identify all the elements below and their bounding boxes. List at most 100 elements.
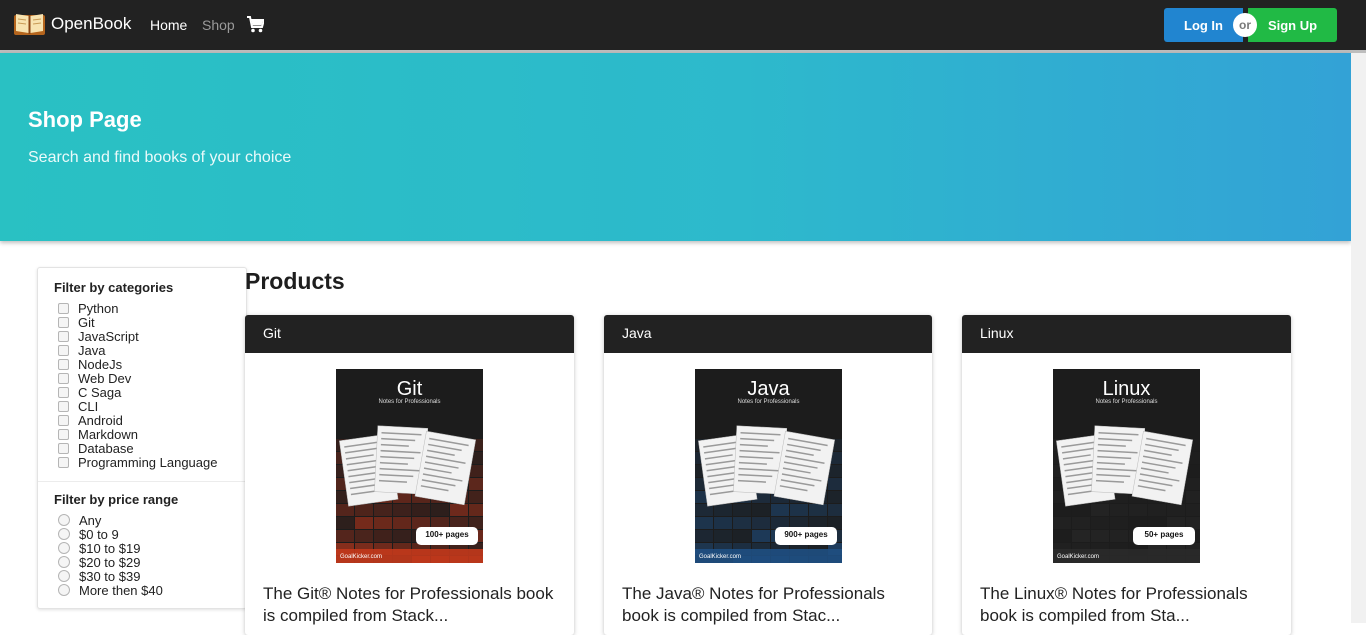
radio-button[interactable] <box>58 528 70 540</box>
top-navbar: OpenBook Home Shop Log In or Sign Up <box>0 0 1366 53</box>
book-cover-image[interactable]: Linux Notes for Professionals 50+ pages Goa… <box>1053 369 1200 563</box>
cover-pages-badge: 50+ pages <box>1145 530 1184 539</box>
product-card[interactable]: Git Git Notes for Professionals 100+ pages… <box>245 315 574 635</box>
hero-banner: Shop Page Search and find books of your … <box>0 53 1351 241</box>
product-card[interactable]: Linux Linux Notes for Professionals 50+ pa… <box>962 315 1291 635</box>
category-option[interactable]: Python <box>58 300 217 316</box>
category-option[interactable]: Markdown <box>58 426 217 442</box>
checkbox[interactable] <box>58 358 69 370</box>
checkbox[interactable] <box>58 372 69 384</box>
cover-subtitle: Notes for Professionals <box>737 399 799 405</box>
radio-button[interactable] <box>58 556 70 568</box>
brand-link[interactable]: OpenBook <box>14 12 131 35</box>
open-book-icon <box>14 14 45 35</box>
category-option[interactable]: Java <box>58 342 217 358</box>
book-cover-art: JavaNotes for Professionals 900+ pages Goa… <box>695 369 842 563</box>
price-label: $30 to $39 <box>79 568 141 584</box>
radio-button[interactable] <box>58 542 70 554</box>
radio-button[interactable] <box>58 584 70 596</box>
checkbox[interactable] <box>58 428 69 440</box>
book-cover-art: GitNotes for Professionals 100+ pages Goal… <box>336 369 483 563</box>
product-description: The Git® Notes for Professionals book is… <box>263 584 554 625</box>
category-option[interactable]: Git <box>58 314 217 330</box>
cover-title: Linux <box>1103 378 1151 400</box>
category-option[interactable]: Android <box>58 412 217 428</box>
cover-title: Git <box>397 378 423 400</box>
cover-subtitle: Notes for Professionals <box>378 399 440 405</box>
category-label: Git <box>78 314 95 330</box>
category-label: Android <box>78 412 123 428</box>
checkbox[interactable] <box>58 302 69 314</box>
book-cover-art: LinuxNotes for Professionals 50+ pages Goa… <box>1053 369 1200 563</box>
product-card[interactable]: Java Java Notes for Professionals 900+ pag… <box>604 315 932 635</box>
checkbox[interactable] <box>58 414 69 426</box>
price-filter-list: Any $0 to 9 $10 to $19 $20 to $29 $30 to… <box>58 512 163 598</box>
login-button[interactable]: Log In <box>1164 8 1243 42</box>
price-label: $10 to $19 <box>79 540 141 556</box>
price-label: $0 to 9 <box>79 526 119 542</box>
cover-subtitle: Notes for Professionals <box>1095 399 1157 405</box>
cover-pages-badge: 100+ pages <box>425 530 469 539</box>
category-option[interactable]: NodeJs <box>58 356 217 372</box>
checkbox[interactable] <box>58 400 69 412</box>
price-filter-title: Filter by price range <box>54 492 179 507</box>
category-label: Markdown <box>78 426 138 442</box>
or-separator: or <box>1233 13 1257 37</box>
checkbox[interactable] <box>58 330 69 342</box>
cover-title: Java <box>747 378 790 400</box>
cover-pages-badge: 900+ pages <box>784 530 828 539</box>
category-label: Python <box>78 300 119 316</box>
book-cover-image[interactable]: Java Notes for Professionals 900+ pages Goa… <box>695 369 842 563</box>
shopping-cart-icon[interactable] <box>247 16 264 33</box>
product-card-title: Java <box>604 315 932 353</box>
nav-shop-link[interactable]: Shop <box>202 17 235 33</box>
price-option[interactable]: $0 to 9 <box>58 526 163 542</box>
category-label: NodeJs <box>78 356 123 372</box>
price-option[interactable]: $10 to $19 <box>58 540 163 556</box>
category-label: Programming Language <box>78 454 218 470</box>
scrollbar[interactable] <box>1351 53 1366 623</box>
checkbox[interactable] <box>58 386 69 398</box>
price-option[interactable]: Any <box>58 512 163 528</box>
category-option[interactable]: Database <box>58 440 217 456</box>
cover-site-label: GoalKicker.com <box>699 554 741 560</box>
product-card-title: Git <box>245 315 574 353</box>
checkbox[interactable] <box>58 344 69 356</box>
category-option[interactable]: CLI <box>58 398 217 414</box>
price-label: More then $40 <box>79 582 163 598</box>
category-label: Web Dev <box>78 370 132 386</box>
category-label: Database <box>78 440 134 456</box>
checkbox[interactable] <box>58 316 69 328</box>
radio-button[interactable] <box>58 570 70 582</box>
price-option[interactable]: $20 to $29 <box>58 554 163 570</box>
brand-name: OpenBook <box>51 13 132 33</box>
category-option[interactable]: JavaScript <box>58 328 217 344</box>
product-card-title: Linux <box>962 315 1291 353</box>
category-label: CLI <box>78 398 99 414</box>
category-label: Java <box>78 342 106 358</box>
category-label: JavaScript <box>78 328 139 344</box>
filter-sidebar: Filter by categories Python Git JavaScri… <box>37 267 247 609</box>
category-option[interactable]: C Saga <box>58 385 217 400</box>
page-subtitle: Search and find books of your choice <box>28 149 292 166</box>
book-cover-image[interactable]: Git Notes for Professionals 100+ pages Goal… <box>336 369 483 563</box>
categories-filter-list: Python Git JavaScript Java NodeJs Web De… <box>58 300 218 470</box>
products-heading: Products <box>245 268 345 294</box>
price-label: Any <box>79 512 102 528</box>
cover-site-label: GoalKicker.com <box>1057 554 1099 560</box>
nav-home-link[interactable]: Home <box>150 17 187 33</box>
category-option[interactable]: Web Dev <box>58 370 217 386</box>
category-option[interactable]: Programming Language <box>58 454 218 470</box>
sidebar-divider <box>38 481 246 482</box>
page-title: Shop Page <box>28 107 142 132</box>
product-description: The Linux® Notes for Professionals book … <box>980 584 1248 625</box>
checkbox[interactable] <box>58 456 69 468</box>
price-option[interactable]: More then $40 <box>58 582 163 598</box>
cover-site-label: GoalKicker.com <box>340 554 382 560</box>
categories-filter-title: Filter by categories <box>54 280 174 295</box>
price-label: $20 to $29 <box>79 554 141 570</box>
signup-button[interactable]: Sign Up <box>1248 8 1337 42</box>
checkbox[interactable] <box>58 442 69 454</box>
radio-button[interactable] <box>58 514 70 526</box>
price-option[interactable]: $30 to $39 <box>58 568 163 584</box>
